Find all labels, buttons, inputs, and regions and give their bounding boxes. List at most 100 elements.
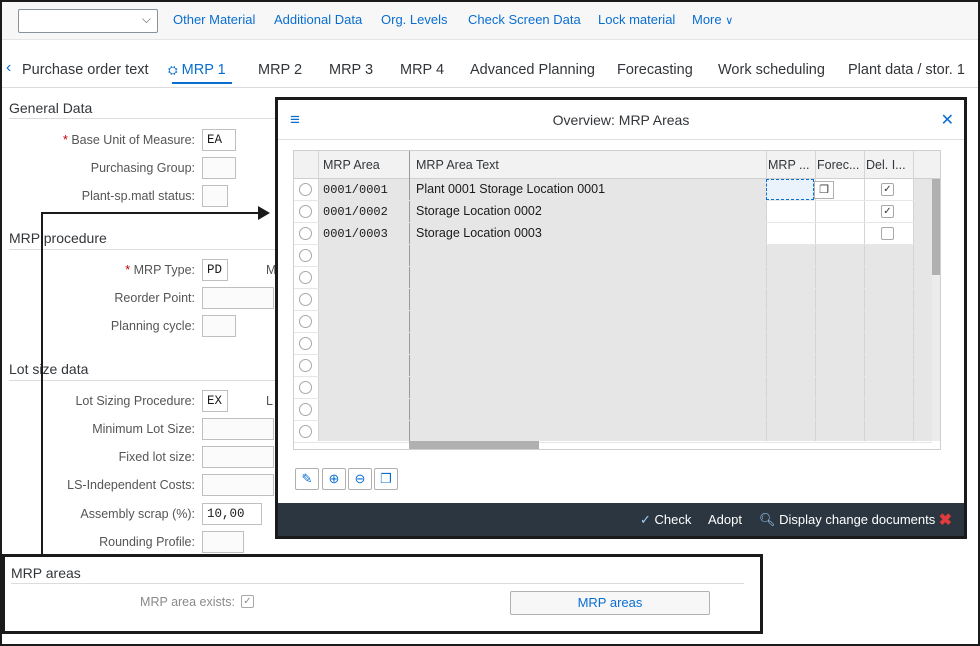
mrp-areas-dialog: ≡ Overview: MRP Areas ✕ MRP Area MRP Are… xyxy=(275,97,967,539)
mrp-areas-button[interactable]: MRP areas xyxy=(510,591,710,615)
col-deleted[interactable]: Del. I... xyxy=(866,158,906,172)
min-lot-field[interactable] xyxy=(202,418,274,440)
vertical-scroll-thumb[interactable] xyxy=(932,179,940,275)
connector-line-vertical xyxy=(41,212,43,554)
mrp-area-exists-label: MRP area exists: xyxy=(140,595,235,609)
mrp-type-field[interactable]: PD xyxy=(202,259,228,281)
adopt-button[interactable]: Adopt xyxy=(708,512,742,527)
fixed-lot-label: Fixed lot size: xyxy=(118,450,195,464)
lot-procedure-field[interactable]: EX xyxy=(202,390,228,412)
mrp-area-exists-checkbox[interactable]: ✓ xyxy=(241,595,254,608)
chevron-down-icon: ⌵ xyxy=(141,12,151,26)
additional-data-link[interactable]: Additional Data xyxy=(274,12,362,27)
row-select-radio[interactable] xyxy=(299,381,312,394)
reorder-point-field[interactable] xyxy=(202,287,274,309)
org-levels-link[interactable]: Org. Levels xyxy=(381,12,447,27)
back-icon[interactable]: ‹ xyxy=(6,59,11,77)
tab-work-scheduling[interactable]: Work scheduling xyxy=(718,62,825,78)
mrp-cell-focused[interactable] xyxy=(766,179,814,200)
row-select-radio[interactable] xyxy=(299,205,312,218)
tab-advanced-planning[interactable]: Advanced Planning xyxy=(470,62,595,78)
col-mrp-area-text[interactable]: MRP Area Text xyxy=(416,158,499,172)
copy-icon[interactable]: ❐ xyxy=(814,181,834,199)
lot-procedure-label: Lot Sizing Procedure: xyxy=(75,394,195,408)
table-row[interactable] xyxy=(294,311,932,333)
purchasing-group-field[interactable] xyxy=(202,157,236,179)
table-row[interactable] xyxy=(294,245,932,267)
ls-costs-field[interactable] xyxy=(202,474,274,496)
cancel-icon[interactable]: ✖ xyxy=(939,510,952,530)
row-select-radio[interactable] xyxy=(299,403,312,416)
other-material-link[interactable]: Other Material xyxy=(173,12,255,27)
check-screen-data-link[interactable]: Check Screen Data xyxy=(468,12,581,27)
lot-size-title: Lot size data xyxy=(9,361,89,377)
table-row[interactable]: 0001/0001 Plant 0001 Storage Location 00… xyxy=(294,179,932,201)
arrow-right-icon xyxy=(258,206,270,220)
mrp-areas-panel: MRP areas MRP area exists: ✓ MRP areas xyxy=(2,554,763,634)
mrp-area-cell: 0001/0001 xyxy=(323,183,388,197)
row-select-radio[interactable] xyxy=(299,271,312,284)
row-select-radio[interactable] xyxy=(299,337,312,350)
deleted-checkbox[interactable] xyxy=(881,227,894,240)
purchasing-group-label: Purchasing Group: xyxy=(90,161,195,175)
plant-status-field[interactable] xyxy=(202,185,228,207)
tab-forecasting[interactable]: Forecasting xyxy=(617,62,693,78)
table-header: MRP Area MRP Area Text MRP ... Forec... … xyxy=(294,151,940,179)
pencil-icon[interactable]: ✎ xyxy=(295,468,319,490)
mrp-procedure-rule xyxy=(9,249,275,250)
col-forecast[interactable]: Forec... xyxy=(817,158,859,172)
tab-mrp-3[interactable]: MRP 3 xyxy=(329,62,373,78)
mrp-tab-icon: ⛭ xyxy=(168,63,178,77)
ls-costs-label: LS-Independent Costs: xyxy=(67,478,195,492)
table-row[interactable] xyxy=(294,333,932,355)
min-lot-label: Minimum Lot Size: xyxy=(92,422,195,436)
table-row[interactable] xyxy=(294,267,932,289)
mrp-areas-title: MRP areas xyxy=(11,565,81,581)
more-label: More xyxy=(692,12,722,27)
fixed-lot-field[interactable] xyxy=(202,446,274,468)
check-button[interactable]: ✓ Check xyxy=(640,512,691,528)
tab-mrp-2[interactable]: MRP 2 xyxy=(258,62,302,78)
tab-mrp-4[interactable]: MRP 4 xyxy=(400,62,444,78)
top-toolbar: ⌵ Other Material Additional Data Org. Le… xyxy=(2,2,978,40)
toolbar-select[interactable]: ⌵ xyxy=(18,9,158,33)
tab-purchase-order-text[interactable]: Purchase order text xyxy=(22,62,149,78)
table-row[interactable] xyxy=(294,289,932,311)
tab-plant-data-stor-1[interactable]: Plant data / stor. 1 xyxy=(848,62,965,78)
row-select-radio[interactable] xyxy=(299,293,312,306)
display-change-documents-label: Display change documents xyxy=(779,512,936,527)
plant-status-label: Plant-sp.matl status: xyxy=(81,189,195,203)
more-link[interactable]: More ∨ xyxy=(692,12,733,27)
table-row[interactable] xyxy=(294,355,932,377)
row-select-radio[interactable] xyxy=(299,227,312,240)
display-change-documents-button[interactable]: 🔍︎ Display change documents xyxy=(759,512,935,528)
row-select-radio[interactable] xyxy=(299,359,312,372)
assembly-scrap-field[interactable]: 10,00 xyxy=(202,503,262,525)
table-row[interactable] xyxy=(294,399,932,421)
table-row[interactable] xyxy=(294,377,932,399)
row-select-radio[interactable] xyxy=(299,183,312,196)
table-row[interactable]: 0001/0002 Storage Location 0002 ✓ xyxy=(294,201,932,223)
base-uom-field[interactable]: EA xyxy=(202,129,236,151)
horizontal-scroll-thumb[interactable] xyxy=(409,441,539,449)
col-mrp-area[interactable]: MRP Area xyxy=(323,158,380,172)
row-select-radio[interactable] xyxy=(299,249,312,262)
add-icon[interactable]: ⊕ xyxy=(322,468,346,490)
mrp-areas-table: MRP Area MRP Area Text MRP ... Forec... … xyxy=(293,150,941,450)
table-row[interactable] xyxy=(294,421,932,443)
planning-cycle-field[interactable] xyxy=(202,315,236,337)
rounding-field[interactable] xyxy=(202,531,244,553)
col-mrp[interactable]: MRP ... xyxy=(768,158,809,172)
deleted-checkbox[interactable]: ✓ xyxy=(881,183,894,196)
remove-icon[interactable]: ⊖ xyxy=(348,468,372,490)
copy-icon[interactable]: ❐ xyxy=(374,468,398,490)
tab-mrp-1[interactable]: ⛭ MRP 1 xyxy=(168,62,226,78)
lock-material-link[interactable]: Lock material xyxy=(598,12,675,27)
row-select-radio[interactable] xyxy=(299,425,312,438)
row-select-radio[interactable] xyxy=(299,315,312,328)
table-row[interactable]: 0001/0003 Storage Location 0003 xyxy=(294,223,932,245)
deleted-checkbox[interactable]: ✓ xyxy=(881,205,894,218)
active-tab-indicator xyxy=(172,82,232,84)
close-icon[interactable]: ✕ xyxy=(941,110,954,130)
dialog-footer: ✓ Check Adopt 🔍︎ Display change document… xyxy=(278,503,964,536)
